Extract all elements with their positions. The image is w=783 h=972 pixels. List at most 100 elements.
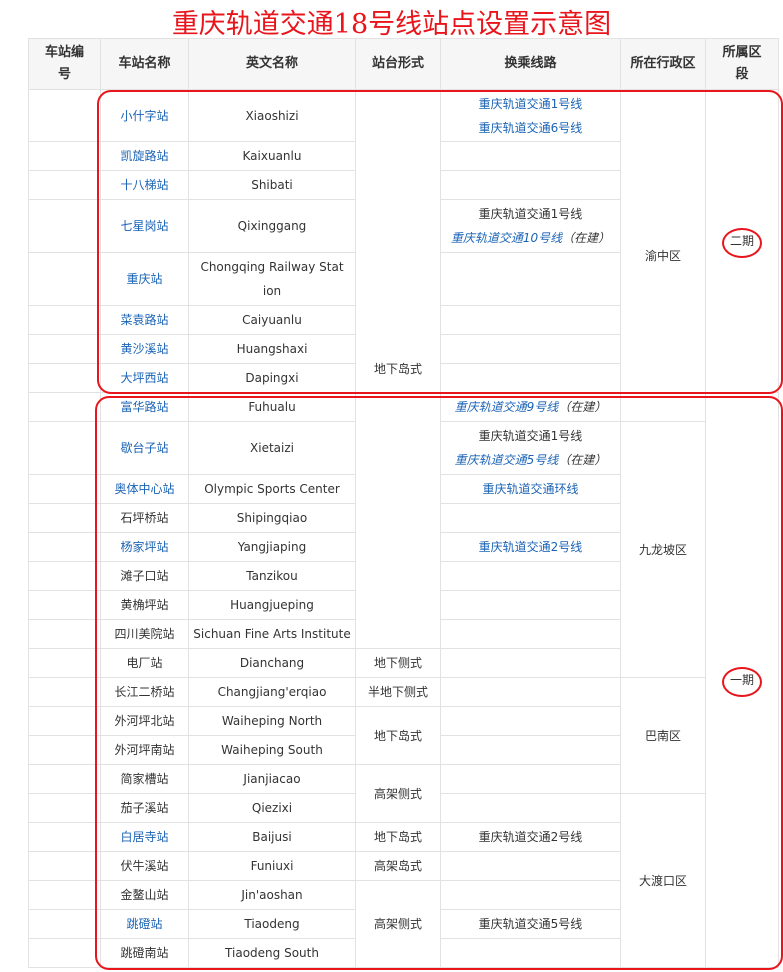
station-link[interactable]: 重庆站 [126, 272, 162, 286]
transfer-cell [440, 938, 621, 968]
transfer-line-link[interactable]: 重庆轨道交通5号线 [455, 453, 559, 467]
station-name: 石坪桥站 [120, 511, 169, 525]
station-name-cell: 凯旋路站 [100, 141, 189, 171]
english-name-cell: Huangjueping [188, 590, 356, 620]
header-station-number: 车站编号 [28, 38, 101, 90]
transfer-line-link[interactable]: 重庆轨道交通9号线 [455, 400, 559, 414]
station-name-cell: 菜袁路站 [100, 305, 189, 335]
station-link[interactable]: 七星岗站 [120, 219, 168, 233]
transfer-cell [440, 503, 621, 533]
platform-type-cell: 高架侧式 [355, 880, 441, 968]
transfer-line: 重庆轨道交通10号线（在建） [445, 226, 616, 250]
transfer-cell [440, 648, 621, 678]
transfer-cell: 重庆轨道交通2号线 [440, 532, 621, 562]
station-name-cell: 重庆站 [100, 252, 189, 306]
transfer-line-link[interactable]: 重庆轨道交通6号线 [479, 121, 583, 135]
station-link[interactable]: 十八梯站 [120, 178, 168, 192]
header-row: 车站编号 车站名称 英文名称 站台形式 换乘线路 所在行政区 所属区段 [28, 38, 779, 90]
transfer-cell [440, 677, 621, 707]
station-name-cell: 富华路站 [100, 392, 189, 422]
transfer-cell [440, 793, 621, 823]
header-transfer-lines: 换乘线路 [440, 38, 621, 90]
transfer-line: 重庆轨道交通1号线 [478, 429, 583, 443]
english-name-cell: Caiyuanlu [188, 305, 356, 335]
header-segment: 所属区段 [705, 38, 779, 90]
transfer-cell: 重庆轨道交通1号线重庆轨道交通5号线（在建） [440, 421, 621, 475]
transfer-line: 重庆轨道交通9号线（在建） [445, 395, 616, 419]
station-name-cell: 四川美院站 [100, 619, 189, 649]
transfer-line: 重庆轨道交通1号线 [445, 92, 616, 116]
station-number-cell [28, 561, 101, 591]
transfer-cell [440, 252, 621, 306]
station-number-cell [28, 532, 101, 562]
station-name: 伏牛溪站 [120, 859, 169, 873]
station-link[interactable]: 奥体中心站 [114, 482, 174, 496]
station-name: 茄子溪站 [120, 801, 169, 815]
district-cell: 巴南区 [620, 677, 706, 794]
english-name-cell: Tiaodeng South [188, 938, 356, 968]
header-district: 所在行政区 [620, 38, 706, 90]
transfer-cell [440, 880, 621, 910]
english-name-cell: Tiaodeng [188, 909, 356, 939]
station-number-cell [28, 880, 101, 910]
transfer-line-link[interactable]: 重庆轨道交通环线 [482, 482, 578, 496]
station-number-cell [28, 851, 101, 881]
english-name-cell: Sichuan Fine Arts Institute [188, 619, 356, 649]
transfer-line: 重庆轨道交通5号线（在建） [445, 448, 616, 472]
english-name-cell: Huangshaxi [188, 334, 356, 364]
station-name-cell: 杨家坪站 [100, 532, 189, 562]
station-name-cell: 简家槽站 [100, 764, 189, 794]
station-name-cell: 滩子口站 [100, 561, 189, 591]
english-name-cell: Shibati [188, 170, 356, 200]
transfer-cell [440, 141, 621, 171]
station-name-cell: 十八梯站 [100, 170, 189, 200]
station-link[interactable]: 白居寺站 [120, 830, 168, 844]
station-number-cell [28, 89, 101, 142]
station-number-cell [28, 421, 101, 475]
station-link[interactable]: 跳磴站 [126, 917, 162, 931]
station-number-cell [28, 619, 101, 649]
district-cell: 大渡口区 [620, 793, 706, 968]
station-number-cell [28, 363, 101, 393]
transfer-cell: 重庆轨道交通1号线 重庆轨道交通6号线 [440, 89, 621, 142]
english-name-cell: Dianchang [188, 648, 356, 678]
transfer-line-link[interactable]: 重庆轨道交通1号线 [479, 97, 583, 111]
transfer-line: 重庆轨道交通1号线 [478, 207, 583, 221]
transfer-line: 重庆轨道交通2号线 [445, 535, 616, 559]
station-link[interactable]: 富华路站 [120, 400, 168, 414]
table-row: 长江二桥站 Changjiang'erqiao 半地下侧式 巴南区 [28, 677, 779, 794]
station-link[interactable]: 黄沙溪站 [120, 342, 168, 356]
station-number-cell [28, 305, 101, 335]
transfer-line-link[interactable]: 重庆轨道交通10号线 [451, 231, 562, 245]
transfer-line: 重庆轨道交通6号线 [445, 116, 616, 140]
transfer-cell [440, 706, 621, 736]
station-name: 滩子口站 [120, 569, 169, 583]
station-number-cell [28, 334, 101, 364]
transfer-line-link[interactable]: 重庆轨道交通2号线 [479, 540, 583, 554]
english-name-cell: Fuhualu [188, 392, 356, 422]
station-name-cell: 跳磴南站 [100, 938, 189, 968]
station-link[interactable]: 凯旋路站 [120, 149, 168, 163]
station-link[interactable]: 菜袁路站 [120, 313, 168, 327]
english-name-cell: Changjiang'erqiao [188, 677, 356, 707]
station-link[interactable]: 小什字站 [120, 109, 168, 123]
transfer-cell [440, 735, 621, 765]
transfer-cell: 重庆轨道交通5号线 [440, 909, 621, 939]
station-number-cell [28, 735, 101, 765]
station-number-cell [28, 764, 101, 794]
station-link[interactable]: 杨家坪站 [120, 540, 168, 554]
english-name-cell: Jin'aoshan [188, 880, 356, 910]
transfer-cell [440, 764, 621, 794]
header-english-name: 英文名称 [188, 38, 356, 90]
english-name-cell: Qixinggang [188, 199, 356, 253]
station-name-cell: 跳磴站 [100, 909, 189, 939]
station-number-cell [28, 170, 101, 200]
station-link[interactable]: 歇台子站 [120, 441, 168, 455]
station-link[interactable]: 大坪西站 [120, 371, 168, 385]
station-name-cell: 伏牛溪站 [100, 851, 189, 881]
platform-type-cell: 半地下侧式 [355, 677, 441, 707]
english-name-cell: Xietaizi [188, 421, 356, 475]
station-name-cell: 外河坪南站 [100, 735, 189, 765]
station-name: 外河坪南站 [114, 743, 175, 757]
station-number-cell [28, 648, 101, 678]
